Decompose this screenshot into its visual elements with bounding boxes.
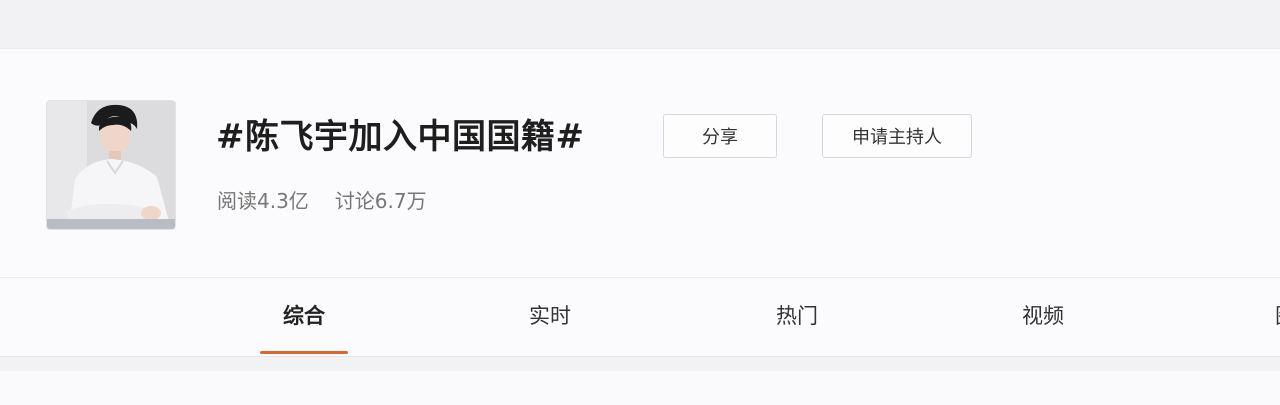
top-bar xyxy=(0,0,1280,48)
topic-stats: 阅读4.3亿 讨论6.7万 xyxy=(217,185,453,214)
person-photo-icon xyxy=(47,101,175,229)
topic-avatar[interactable] xyxy=(46,100,176,230)
read-count: 阅读4.3亿 xyxy=(217,189,309,213)
tab-images[interactable]: 图 xyxy=(1275,300,1280,330)
content-area-top xyxy=(0,356,1280,405)
tab-realtime[interactable]: 实时 xyxy=(529,300,571,330)
share-button[interactable]: 分享 xyxy=(663,114,777,158)
tab-comprehensive[interactable]: 综合 xyxy=(283,300,325,330)
tab-bar: 综合 实时 热门 视频 图 xyxy=(0,278,1280,356)
tab-hot[interactable]: 热门 xyxy=(776,300,818,330)
content-card-edge xyxy=(0,371,1280,405)
discussion-count: 讨论6.7万 xyxy=(334,189,427,213)
apply-host-button[interactable]: 申请主持人 xyxy=(822,114,972,158)
topic-title: #陈飞宇加入中国国籍# xyxy=(216,117,585,157)
active-tab-underline xyxy=(260,351,348,354)
topic-header-card: #陈飞宇加入中国国籍# 分享 申请主持人 阅读4.3亿 讨论6.7万 综合 实时 … xyxy=(0,48,1280,357)
tab-video[interactable]: 视频 xyxy=(1022,300,1064,330)
